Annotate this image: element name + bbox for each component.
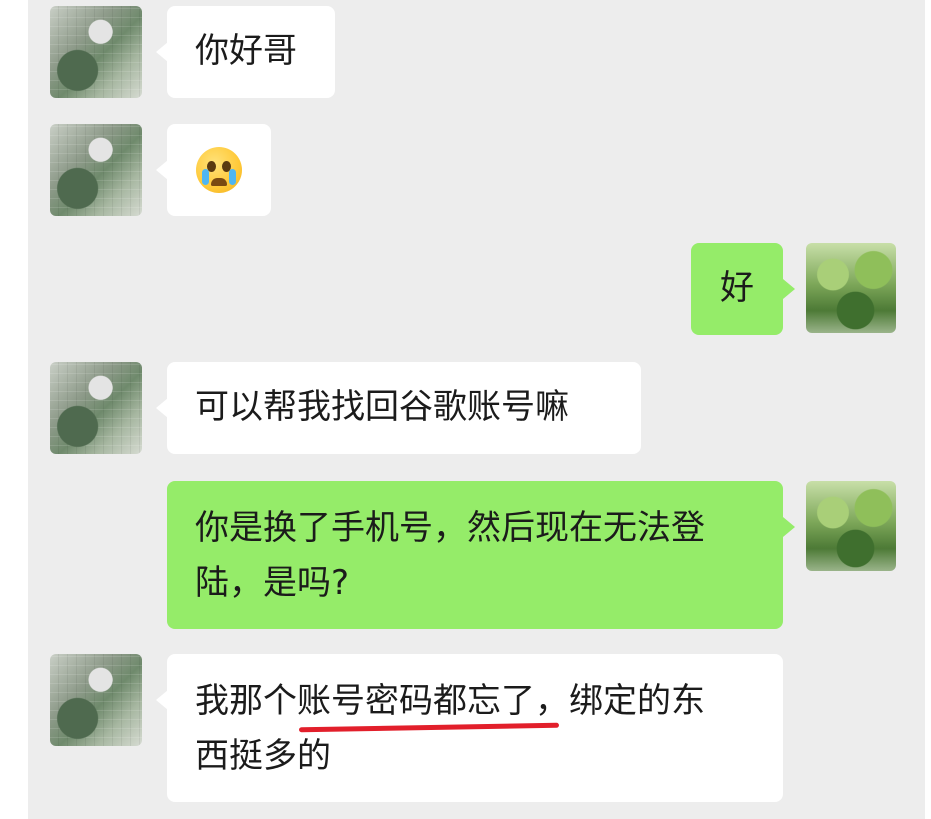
- message-bubble[interactable]: 可以帮我找回谷歌账号嘛: [167, 362, 641, 454]
- chat-area: 你好哥 好 可以帮我找回谷歌账号嘛 你是换了手机号，然后现在无法登 陆，是吗? …: [28, 0, 925, 819]
- contact-avatar[interactable]: [50, 124, 142, 216]
- message-text-line: 我那个账号密码都忘了，绑定的东: [195, 676, 705, 726]
- contact-avatar[interactable]: [50, 6, 142, 98]
- contact-avatar[interactable]: [50, 362, 142, 454]
- bubble-tail: [783, 517, 795, 537]
- message-text: 可以帮我找回谷歌账号嘛: [195, 387, 569, 427]
- message-text-line: 陆，是吗?: [195, 563, 350, 603]
- user-avatar[interactable]: [806, 481, 896, 571]
- crying-face-icon: [196, 147, 242, 193]
- message-bubble[interactable]: 你是换了手机号，然后现在无法登 陆，是吗?: [167, 481, 783, 629]
- message-text-line: 你是换了手机号，然后现在无法登: [195, 508, 705, 548]
- message-text-line: 西挺多的: [195, 736, 331, 776]
- text-segment: 我那个: [195, 681, 297, 721]
- user-avatar[interactable]: [806, 243, 896, 333]
- text-segment: ，绑定的东: [535, 681, 705, 721]
- message-text: 你好哥: [195, 31, 297, 71]
- message-bubble[interactable]: 好: [691, 243, 783, 335]
- message-text: 好: [720, 268, 754, 308]
- message-bubble[interactable]: [167, 124, 271, 216]
- bubble-tail: [783, 279, 795, 299]
- message-bubble[interactable]: 你好哥: [167, 6, 335, 98]
- contact-avatar[interactable]: [50, 654, 142, 746]
- message-bubble[interactable]: 我那个账号密码都忘了，绑定的东 西挺多的: [167, 654, 783, 802]
- underlined-text-segment: 账号密码都忘了: [297, 681, 535, 721]
